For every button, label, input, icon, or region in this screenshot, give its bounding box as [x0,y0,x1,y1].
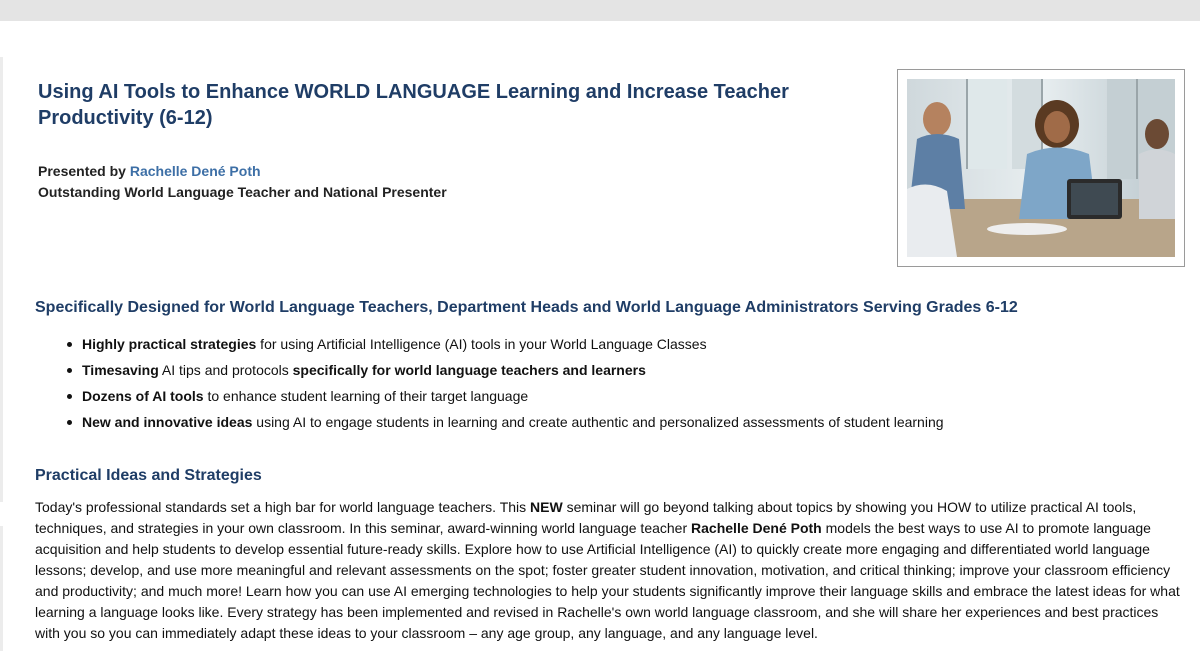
list-item-bold: Dozens of AI tools [82,388,204,404]
list-item: Highly practical strategies for using Ar… [67,331,944,357]
list-item: New and innovative ideas using AI to eng… [67,409,944,435]
paragraph-bold-new: NEW [530,499,563,515]
benefit-list: Highly practical strategies for using Ar… [67,331,944,435]
presenter-role: Outstanding World Language Teacher and N… [38,184,447,200]
presenter-line: Presented by Rachelle Dené Poth [38,161,447,182]
section-heading-strategies: Practical Ideas and Strategies [35,467,262,484]
presenter-prefix: Presented by [38,163,130,179]
page-title: Using AI Tools to Enhance WORLD LANGUAGE… [38,81,789,129]
presenter-block: Presented by Rachelle Dené Poth Outstand… [38,161,447,203]
classroom-photo [907,79,1175,257]
left-rule [0,57,3,502]
list-item-text: for using Artificial Intelligence (AI) t… [256,336,707,352]
description-paragraph: Today's professional standards set a hig… [35,497,1185,644]
list-item-bold: New and innovative ideas [82,414,253,430]
classroom-photo-illustration [907,79,1175,257]
list-item-text: AI tips and protocols [158,362,293,378]
list-item-text: using AI to engage students in learning … [252,414,944,430]
paragraph-text-1: Today's professional standards set a hig… [35,499,531,515]
list-item-bold-2: specifically for world language teachers… [292,362,646,378]
paragraph-bold-presenter: Rachelle Dené Poth [691,520,822,536]
list-item-bold: Timesaving [82,362,159,378]
list-item-bold: Highly practical strategies [82,336,257,352]
left-rule-lower [0,526,3,651]
top-bar [0,0,1200,21]
list-item: Dozens of AI tools to enhance student le… [67,383,944,409]
list-item: Timesaving AI tips and protocols specifi… [67,357,944,383]
list-item-text: to enhance student learning of their tar… [203,388,529,404]
section-heading-audience: Specifically Designed for World Language… [35,299,1018,316]
paragraph-text-3: models the best ways to use AI to promot… [35,520,1180,641]
seminar-photo-frame [897,69,1185,267]
presenter-name: Rachelle Dené Poth [129,163,261,179]
